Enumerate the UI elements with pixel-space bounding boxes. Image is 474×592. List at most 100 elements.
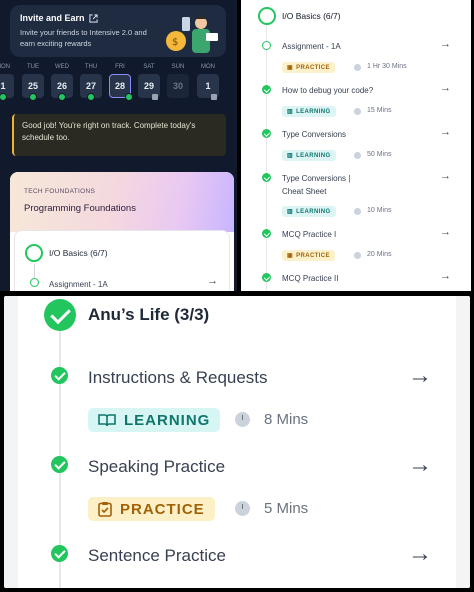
clock-icon bbox=[235, 412, 250, 427]
left-gutter bbox=[4, 296, 18, 588]
day-date: 25 bbox=[22, 74, 44, 101]
day-date: 27 bbox=[80, 74, 102, 101]
calendar-day-selected[interactable]: FRI 28 bbox=[109, 64, 133, 101]
book-icon: ▥ bbox=[287, 209, 294, 215]
item-duration: 1 Hr 30 Mins bbox=[367, 63, 407, 70]
arrow-right-icon[interactable]: → bbox=[408, 540, 432, 568]
item-name[interactable]: Type Conversions bbox=[282, 128, 346, 141]
invite-banner[interactable]: Invite and Earn Invite your friends to I… bbox=[10, 5, 226, 57]
item-name[interactable]: Assignment - 1A bbox=[282, 40, 341, 53]
module-card[interactable]: I/O Basics (6/7) Assignment - 1A → bbox=[14, 230, 230, 291]
learning-tag: ▥ LEARNING bbox=[282, 150, 336, 161]
external-link-icon bbox=[88, 13, 98, 23]
completed-check-icon bbox=[262, 229, 271, 238]
open-status-icon bbox=[30, 278, 39, 287]
clock-icon bbox=[354, 252, 361, 259]
day-date: 26 bbox=[51, 74, 73, 101]
day-date: 1 bbox=[0, 74, 14, 101]
learning-tag: LEARNING bbox=[88, 408, 221, 432]
book-icon bbox=[98, 414, 116, 427]
arrow-right-icon[interactable]: → bbox=[440, 170, 451, 182]
arrow-right-icon[interactable]: → bbox=[440, 270, 451, 282]
calendar-day[interactable]: MON 1 bbox=[0, 64, 14, 101]
module-list-panel: I/O Basics (6/7) Assignment - 1A → ▣ PRAC… bbox=[241, 0, 471, 291]
timeline-line bbox=[266, 26, 267, 291]
learning-tag: ▥ LEARNING bbox=[282, 106, 336, 117]
timeline-line bbox=[34, 264, 35, 278]
module-complete-icon bbox=[44, 299, 76, 331]
day-label: FRI bbox=[115, 64, 125, 70]
track-header: TECH FOUNDATIONS Programming Foundations bbox=[10, 172, 234, 232]
arrow-right-icon[interactable]: → bbox=[440, 226, 451, 238]
item-name[interactable]: MCQ Practice II bbox=[282, 272, 338, 285]
calendar-day[interactable]: THU 27 bbox=[80, 64, 102, 101]
clock-icon bbox=[354, 108, 361, 115]
clock-icon bbox=[354, 152, 361, 159]
day-label: MON bbox=[201, 64, 215, 70]
item-name[interactable]: Sentence Practice bbox=[88, 546, 226, 566]
completed-dot-icon bbox=[0, 93, 7, 101]
open-status-icon bbox=[262, 41, 271, 50]
day-date: 28 bbox=[109, 74, 133, 101]
calendar-day[interactable]: SAT 29 bbox=[138, 64, 160, 100]
day-date: 30 bbox=[167, 74, 189, 98]
invite-illustration: $ bbox=[166, 15, 218, 53]
progress-message: Good job! You're right on track. Complet… bbox=[12, 114, 226, 156]
completed-check-icon bbox=[262, 273, 271, 282]
item-name[interactable]: Speaking Practice bbox=[88, 457, 225, 477]
item-name[interactable]: Instructions & Requests bbox=[88, 368, 268, 388]
calendar-day[interactable]: SUN 30 bbox=[167, 64, 189, 98]
module-item-name[interactable]: Assignment - 1A bbox=[49, 280, 108, 289]
completed-dot-icon bbox=[87, 93, 95, 101]
day-label: MON bbox=[0, 64, 10, 70]
arrow-right-icon[interactable]: → bbox=[207, 275, 218, 287]
item-duration: 50 Mins bbox=[367, 151, 392, 158]
day-label: WED bbox=[55, 64, 69, 70]
item-name[interactable]: Type Conversions | Cheat Sheet bbox=[282, 172, 372, 198]
item-name[interactable]: MCQ Practice I bbox=[282, 228, 336, 241]
day-calendar-strip: MON 1 TUE 25 WED 26 THU 27 FRI 28 SAT 29… bbox=[0, 64, 237, 104]
module-title: Anu’s Life (3/3) bbox=[88, 305, 210, 324]
arrow-right-icon[interactable]: → bbox=[440, 38, 451, 50]
calendar-day[interactable]: WED 26 bbox=[51, 64, 73, 101]
practice-tag: ▣ PRACTICE bbox=[282, 250, 335, 261]
arrow-right-icon[interactable]: → bbox=[440, 126, 451, 138]
clipboard-icon: ▣ bbox=[287, 253, 294, 259]
calendar-day[interactable]: TUE 25 bbox=[22, 64, 44, 101]
right-gutter bbox=[456, 296, 470, 588]
completed-check-icon bbox=[51, 456, 68, 473]
track-title: Programming Foundations bbox=[24, 203, 136, 214]
module-progress-ring-icon bbox=[258, 7, 276, 25]
item-duration: 8 Mins bbox=[264, 411, 309, 428]
invite-subtitle: Invite your friends to Intensive 2.0 and… bbox=[20, 28, 147, 48]
track-card[interactable]: TECH FOUNDATIONS Programming Foundations… bbox=[10, 172, 234, 291]
item-name[interactable]: How to debug your code? bbox=[282, 84, 373, 97]
zoomed-module-panel: Anu’s Life (3/3) Instructions & Requests… bbox=[4, 296, 470, 588]
day-label: SUN bbox=[171, 64, 185, 70]
book-icon: ▥ bbox=[287, 109, 294, 115]
module-title: I/O Basics (6/7) bbox=[49, 248, 108, 258]
completed-check-icon bbox=[51, 367, 68, 384]
completed-dot-icon bbox=[29, 93, 37, 101]
day-label: SAT bbox=[143, 64, 155, 70]
practice-tag: ▣ PRACTICE bbox=[282, 62, 335, 73]
lock-icon bbox=[211, 94, 217, 100]
arrow-right-icon[interactable]: → bbox=[440, 82, 451, 94]
svg-text:$: $ bbox=[172, 37, 178, 48]
clock-icon bbox=[235, 501, 250, 516]
completed-check-icon bbox=[262, 85, 271, 94]
item-duration: 20 Mins bbox=[367, 251, 392, 258]
clipboard-icon: ▣ bbox=[287, 65, 294, 71]
lock-icon bbox=[152, 94, 158, 100]
day-date: 29 bbox=[138, 74, 160, 100]
module-progress-ring-icon bbox=[25, 244, 43, 262]
arrow-right-icon[interactable]: → bbox=[408, 362, 432, 390]
learning-tag: ▥ LEARNING bbox=[282, 206, 336, 217]
arrow-right-icon[interactable]: → bbox=[408, 451, 432, 479]
calendar-day[interactable]: MON 1 bbox=[197, 64, 219, 100]
clipboard-icon bbox=[98, 502, 112, 517]
item-duration: 15 Mins bbox=[367, 107, 392, 114]
day-date: 1 bbox=[197, 74, 219, 100]
completed-check-icon bbox=[262, 129, 271, 138]
completed-check-icon bbox=[262, 173, 271, 182]
